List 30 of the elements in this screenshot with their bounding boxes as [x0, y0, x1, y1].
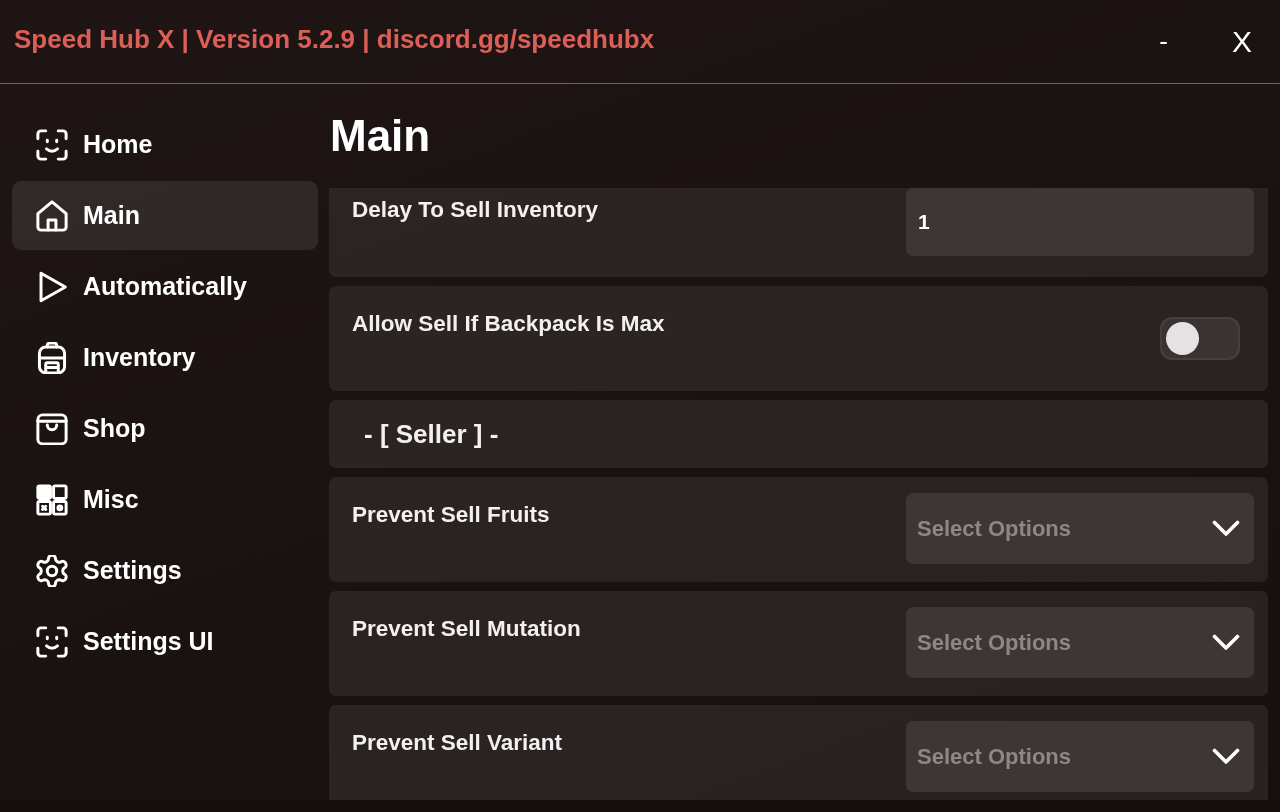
chevron-down-icon: [1212, 634, 1240, 651]
setting-label: Prevent Sell Variant: [352, 730, 563, 756]
face-scan-icon: [36, 128, 68, 161]
sidebar-item[interactable]: Misc: [12, 465, 318, 534]
grid-icon: [36, 483, 68, 516]
sidebar-item[interactable]: Automatically: [12, 252, 318, 321]
setting-label: Prevent Sell Fruits: [352, 502, 550, 528]
house-icon: [36, 199, 68, 232]
setting-label: Prevent Sell Mutation: [352, 616, 581, 642]
chevron-down-icon: [1212, 748, 1240, 765]
sidebar-item[interactable]: Home: [12, 110, 318, 179]
sidebar-item[interactable]: Settings: [12, 536, 318, 605]
page-title: Main: [329, 110, 432, 162]
input-field[interactable]: 1: [906, 188, 1254, 256]
minimize-button[interactable]: -: [1151, 22, 1176, 61]
toggle-switch[interactable]: [1160, 317, 1240, 360]
shopping-bag-icon: [36, 412, 68, 445]
setting-label: Allow Sell If Backpack Is Max: [352, 311, 665, 337]
close-button[interactable]: X: [1224, 20, 1260, 63]
sidebar-item[interactable]: Main: [12, 181, 318, 250]
window-title: Speed Hub X | Version 5.2.9 | discord.gg/speedhubx: [14, 24, 656, 55]
sidebar-item[interactable]: Settings UI: [12, 607, 318, 676]
sidebar-item[interactable]: Inventory: [12, 323, 318, 392]
section-title: - [ Seller ] -: [364, 418, 499, 450]
backpack-icon: [36, 341, 68, 374]
face-scan-icon: [36, 625, 68, 658]
sidebar-item[interactable]: Shop: [12, 394, 318, 463]
setting-label: Delay To Sell Inventory: [352, 197, 598, 223]
settings-icon: [36, 554, 68, 587]
chevron-down-icon: [1212, 520, 1240, 537]
